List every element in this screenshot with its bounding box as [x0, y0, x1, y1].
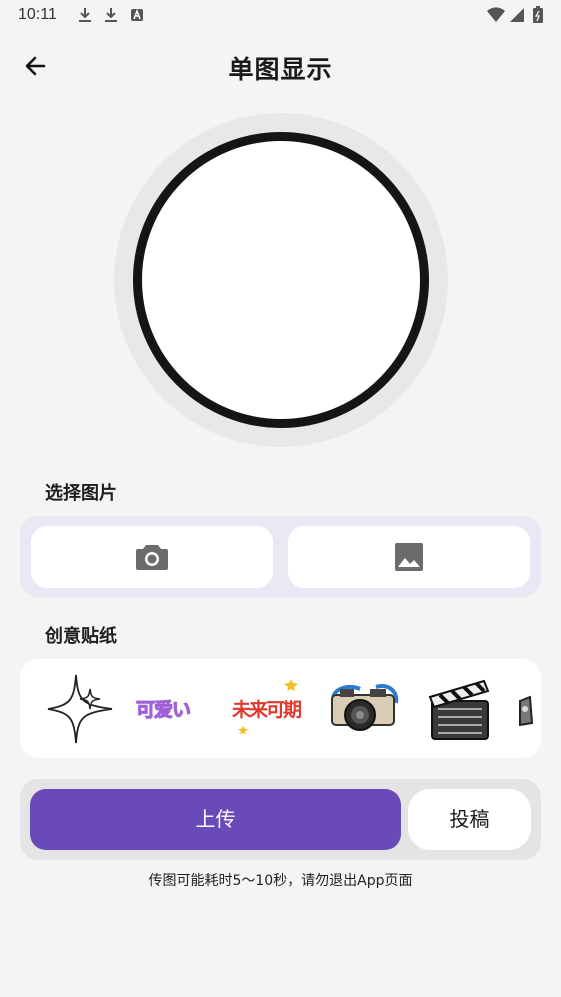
page-title: 单图显示	[228, 55, 333, 84]
sparkle-sticker[interactable]	[42, 671, 118, 747]
download-icon	[105, 8, 117, 22]
stickers-label: 创意贴纸	[45, 626, 117, 647]
star-icon	[238, 725, 248, 735]
status-bar: 10:11	[0, 0, 561, 32]
clapperboard-sticker[interactable]	[422, 671, 498, 747]
sticker-text: 未来可期	[232, 699, 302, 721]
sticker-strip: 可爱い 未来可期	[20, 659, 541, 758]
image-preview[interactable]	[133, 132, 429, 428]
submit-button[interactable]: 投稿	[408, 789, 531, 850]
image-icon	[395, 543, 423, 571]
gallery-button[interactable]	[288, 526, 530, 588]
battery-icon	[533, 6, 543, 23]
download-icon	[79, 8, 91, 22]
looking-forward-text-sticker[interactable]: 未来可期	[230, 671, 306, 747]
upload-button[interactable]: 上传	[30, 789, 401, 850]
select-image-label: 选择图片	[45, 483, 117, 504]
partial-sticker[interactable]	[514, 671, 541, 747]
camera-icon	[136, 545, 168, 570]
app-notification-icon	[131, 8, 143, 21]
image-source-picker	[20, 516, 541, 597]
wifi-icon	[487, 7, 505, 22]
star-icon	[284, 679, 298, 691]
camera-button[interactable]	[31, 526, 273, 588]
status-time: 10:11	[18, 6, 57, 23]
top-bar: 单图显示	[0, 36, 561, 96]
upload-note: 传图可能耗时5～10秒，请勿退出App页面	[148, 873, 413, 889]
signal-icon	[510, 8, 524, 22]
action-bar: 上传 投稿	[20, 779, 541, 860]
cute-text-sticker[interactable]: 可爱い	[134, 671, 210, 747]
sticker-text: 可爱い	[135, 699, 191, 722]
camera-sticker[interactable]	[326, 671, 402, 747]
